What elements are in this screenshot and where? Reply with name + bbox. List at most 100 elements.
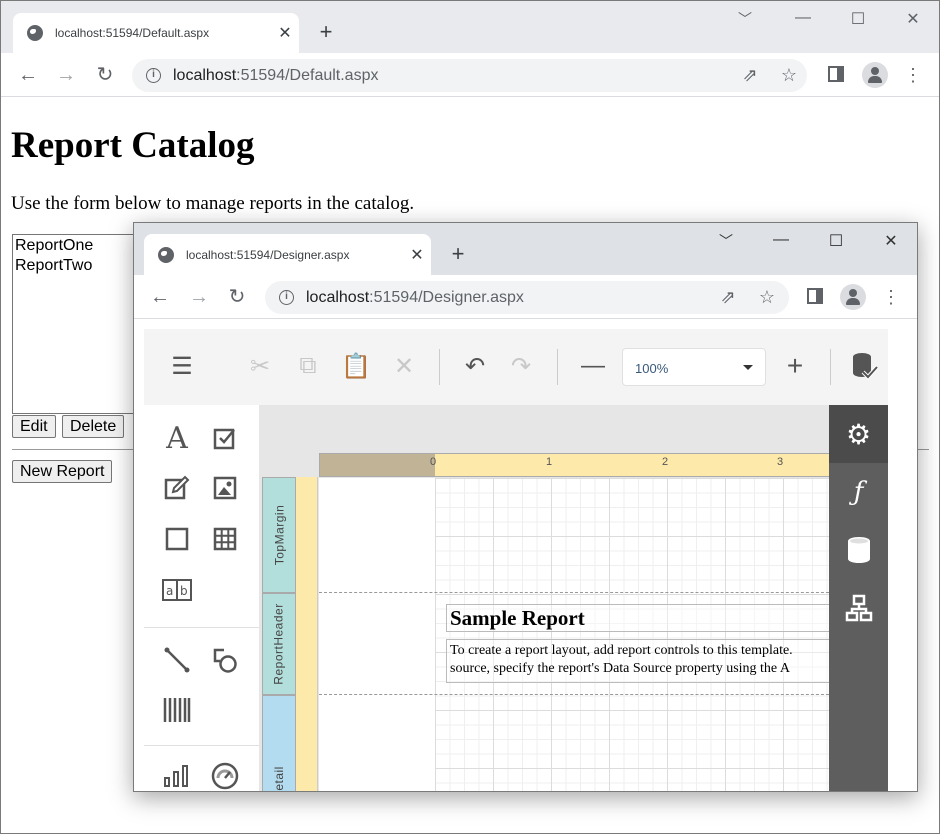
character-comb-tool-icon[interactable]: ab [162,575,192,605]
zoom-select[interactable]: 100% [622,348,766,386]
delete-button[interactable]: Delete [62,415,125,438]
url-host: localhost [173,66,237,84]
hierarchy-icon [845,594,872,622]
band-label: Detail [272,766,286,792]
reload-icon[interactable]: ↻ [93,63,117,87]
side-panel-icon[interactable] [828,66,844,82]
close-window-button[interactable]: ✕ [879,231,903,251]
undo-icon[interactable]: ↶ [460,351,490,381]
tab-strip: localhost:51594/Default.aspx ✕ + ﹀ — ☐ ✕ [1,1,939,53]
share-icon[interactable]: ⇗ [716,285,740,309]
bookmark-star-icon[interactable]: ☆ [777,63,801,87]
profile-avatar[interactable] [840,284,866,310]
tab-default[interactable]: localhost:51594/Default.aspx ✕ [13,13,299,53]
menu-kebab-icon[interactable]: ⋮ [879,285,903,309]
tab-search-icon[interactable]: ﹀ [714,231,738,251]
picture-tool-icon[interactable] [210,473,240,503]
back-icon[interactable]: ← [148,285,172,309]
toolbox: A ab [144,405,259,791]
checkbox-tool-icon[interactable] [210,423,240,453]
share-icon[interactable]: ⇗ [738,63,762,87]
maximize-button[interactable]: ☐ [824,231,848,251]
forward-icon[interactable]: → [54,63,78,87]
caret-down-icon [743,365,753,370]
tab-designer[interactable]: localhost:51594/Designer.aspx ✕ [144,234,431,275]
function-icon: ƒ [853,477,864,507]
shape-tool-icon[interactable] [210,645,240,675]
globe-icon [158,246,174,263]
info-icon[interactable]: i [146,68,161,83]
richtext-tool-icon[interactable] [162,473,192,503]
toolbox-divider [144,627,259,628]
new-tab-button[interactable]: + [445,241,471,267]
chart-tool-icon[interactable] [162,761,192,791]
reload-icon[interactable]: ↻ [225,285,249,309]
hamburger-menu-icon[interactable]: ☰ [167,351,197,381]
report-description-label[interactable]: To create a report layout, add report co… [446,639,829,683]
properties-panel-tabs: ⚙ ƒ [829,405,888,791]
close-tab-icon[interactable]: ✕ [271,23,299,43]
menu-kebab-icon[interactable]: ⋮ [901,63,925,87]
band-topmargin[interactable]: TopMargin [262,477,296,593]
browser-toolbar: ← → ↻ i localhost:51594/Designer.aspx ⇗ … [134,275,917,319]
back-icon[interactable]: ← [16,63,40,87]
report-explorer-tab[interactable] [829,579,888,637]
line-tool-icon[interactable] [162,645,192,675]
label-tool-icon[interactable]: A [162,421,192,456]
band-detail[interactable]: Detail [262,695,296,792]
zoom-value: 100% [635,361,669,376]
url-path: :51594/Default.aspx [236,66,379,84]
minimize-button[interactable]: — [791,9,815,29]
field-list-tab[interactable] [829,521,888,579]
report-title-label[interactable]: Sample Report [446,604,829,632]
toolbar-separator [439,349,440,385]
properties-tab[interactable]: ⚙ [829,405,888,463]
ruler-number: 3 [777,456,784,468]
close-window-button[interactable]: ✕ [901,9,925,29]
ruler-number: 1 [546,456,553,468]
panel-tool-icon[interactable] [162,524,192,554]
profile-avatar[interactable] [862,62,888,88]
report-designer: ☰ ✂ ⧉ 📋 ✕ ↶ ↷ — 100% + A a b 0 1 2 3 Top… [144,329,888,792]
zoom-out-icon[interactable]: — [578,351,608,381]
tab-search-icon[interactable]: ﹀ [733,9,757,29]
maximize-button[interactable]: ☐ [846,9,870,29]
new-report-button[interactable]: New Report [12,460,113,483]
address-bar[interactable]: i localhost:51594/Designer.aspx [265,281,789,314]
cut-icon[interactable]: ✂ [245,351,275,381]
gear-icon: ⚙ [845,418,872,450]
tab-strip: localhost:51594/Designer.aspx ✕ + ﹀ — ☐ … [134,223,917,275]
table-tool-icon[interactable] [210,524,240,554]
side-panel-icon[interactable] [807,288,823,304]
paste-icon[interactable]: 📋 [341,351,371,381]
expressions-tab[interactable]: ƒ [829,463,888,521]
delete-icon[interactable]: ✕ [389,351,419,381]
ruler-margin [320,454,435,476]
design-surface[interactable]: 0 1 2 3 TopMargin ReportHeader Detail Sa… [259,405,829,792]
report-page[interactable]: Sample Report To create a report layout,… [319,478,829,791]
address-bar[interactable]: i localhost:51594/Default.aspx [132,59,807,92]
gauge-tool-icon[interactable] [210,761,240,791]
info-icon[interactable]: i [279,290,294,305]
zoom-in-icon[interactable]: + [780,350,810,381]
barcode-tool-icon[interactable] [162,695,192,725]
toolbar-separator [557,349,558,385]
band-label: ReportHeader [272,603,286,685]
close-tab-icon[interactable]: ✕ [403,245,431,265]
forward-icon[interactable]: → [187,285,211,309]
new-tab-button[interactable]: + [313,19,339,45]
horizontal-ruler: 0 1 2 3 [319,453,829,477]
copy-icon[interactable]: ⧉ [293,351,323,381]
edit-button[interactable]: Edit [12,415,56,438]
globe-icon [27,25,43,41]
bookmark-star-icon[interactable]: ☆ [755,285,779,309]
minimize-button[interactable]: — [769,231,793,251]
band-reportheader[interactable]: ReportHeader [262,593,296,695]
redo-icon[interactable]: ↷ [506,351,536,381]
validate-database-icon[interactable] [850,351,880,381]
page-description: Use the form below to manage reports in … [11,193,415,214]
toolbar-separator [830,349,831,385]
designer-browser-window: localhost:51594/Designer.aspx ✕ + ﹀ — ☐ … [133,222,918,792]
band-label: TopMargin [272,504,286,566]
page-title: Report Catalog [11,125,255,166]
